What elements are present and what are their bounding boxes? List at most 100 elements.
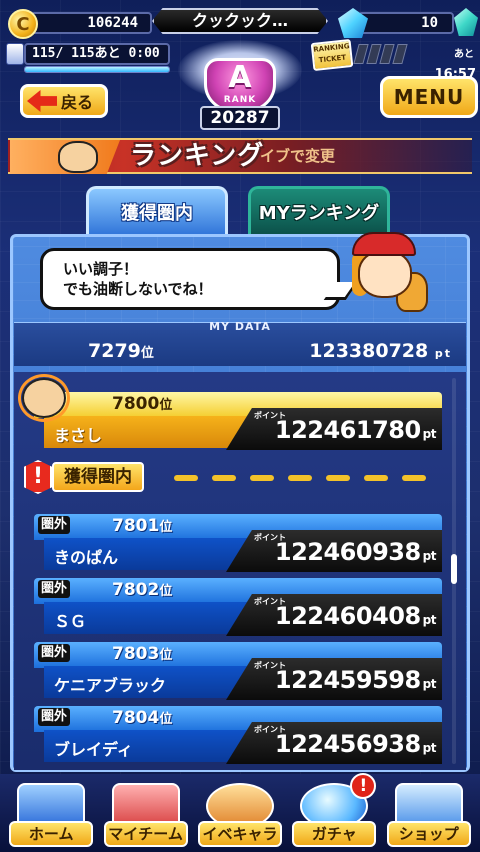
my-data-points: 123380728 pt [309, 340, 452, 362]
row-player-name: ケニアブラック [54, 676, 167, 695]
row-points: 122459598 pt [274, 666, 437, 694]
nav-home-button[interactable]: ホーム [7, 777, 95, 849]
player-name-plate[interactable]: クックック… [152, 8, 328, 34]
row-points-value: 122460408 [274, 602, 421, 630]
dash [288, 475, 312, 481]
row-points-value: 122459598 [274, 666, 421, 694]
my-rank-suffix: 位 [140, 346, 154, 361]
nav-event-chara-button[interactable]: イベキャラ [196, 777, 284, 849]
row-rank: 7803位 [112, 644, 172, 664]
ranking-row[interactable]: ポイント 圏外 7804位 ブレイディ 122456938 pt [34, 706, 442, 764]
ranking-ticket-icon[interactable]: RANKING TICKET [310, 38, 354, 72]
ranking-row[interactable]: ポイント 圏外 7802位 ＳＧ 122460408 pt [34, 578, 442, 636]
row-rank-suffix: 位 [159, 398, 173, 413]
nav-shop-button[interactable]: ショップ [385, 777, 473, 849]
row-points-suffix: pt [422, 741, 437, 755]
row-rank: 7801位 [112, 516, 172, 536]
stamina-gauge [24, 66, 170, 73]
dash [402, 475, 426, 481]
timer-prefix: あと [454, 49, 474, 60]
nav-label: ホーム [9, 821, 94, 847]
tab-my-ranking[interactable]: MYランキング [248, 186, 390, 236]
row-points: 122460938 pt [274, 538, 437, 566]
row-rank: 7800位 [112, 394, 172, 414]
row-player-name: ＳＧ [54, 612, 87, 631]
ticket-gauge [353, 44, 408, 64]
nav-label: ガチャ [292, 821, 377, 847]
rank-points: 20287 [200, 106, 280, 130]
dash [326, 475, 350, 481]
out-of-range-tag: 圏外 [38, 516, 71, 534]
nav-label: マイチーム [103, 821, 188, 847]
row-player-name: ブレイディ [54, 740, 133, 759]
row-points: 122460408 pt [274, 602, 437, 630]
dash [174, 475, 198, 481]
stamina-text: 115/ 115あと 0:00 [24, 43, 170, 65]
row-points-suffix: pt [422, 613, 437, 627]
row-points-value: 122460938 [274, 538, 421, 566]
ticket-timer: あと16:57 [414, 44, 478, 82]
mascot-character [350, 232, 428, 314]
row-points-value: 122456938 [274, 730, 421, 758]
row-points: 122456938 pt [274, 730, 437, 758]
nav-gacha-button[interactable]: ! ガチャ [290, 773, 378, 849]
nav-my-team-button[interactable]: マイチーム [102, 777, 190, 849]
alert-badge: ! [350, 773, 377, 799]
ranking-row[interactable]: ポイント 圏外 7801位 きのぱん 122460938 pt [34, 514, 442, 572]
out-of-range-tag: 圏外 [38, 644, 71, 662]
rank-letter: A [228, 60, 252, 95]
out-of-range-tag: 圏外 [38, 580, 71, 598]
menu-button[interactable]: MENU [380, 76, 478, 118]
stamina-gauge-fill [25, 67, 169, 72]
mascot-face [358, 250, 412, 298]
row-points: 122461780 pt [274, 416, 437, 444]
my-points-value: 123380728 [309, 340, 429, 362]
row-rank-value: 7803 [112, 644, 160, 664]
back-button[interactable]: 戻る [20, 84, 108, 118]
row-points-value: 122461780 [274, 416, 421, 444]
my-data-rank: 7279位 [88, 340, 154, 362]
coin-icon: C [8, 9, 38, 39]
speech-line: でも油断しないでね！ [63, 280, 213, 298]
range-divider: 獲得圏内 ! [24, 458, 456, 498]
row-rank-value: 7802 [112, 580, 160, 600]
out-of-range-tag: 圏外 [38, 708, 71, 726]
character-face-icon [58, 141, 98, 173]
speech-line: いい調子！ [63, 260, 139, 278]
dash [212, 475, 236, 481]
row-points-suffix: pt [422, 427, 437, 441]
list-scrollbar-thumb[interactable] [451, 554, 457, 584]
my-rank-value: 7279 [88, 340, 141, 362]
row-rank: 7804位 [112, 708, 172, 728]
row-points-suffix: pt [422, 677, 437, 691]
row-rank-suffix: 位 [159, 584, 173, 599]
top-status-bar: 106244 C クックック… 10 [0, 0, 480, 40]
row-rank-suffix: 位 [159, 648, 173, 663]
bottom-nav: ホーム マイチーム イベキャラ ! ガチャ ショップ [0, 773, 480, 852]
back-label: 戻る [61, 93, 94, 112]
warning-icon: ! [24, 460, 52, 494]
divider-dashes [174, 475, 426, 481]
gem-counter: 10 [358, 12, 454, 34]
row-player-name: まさし [54, 426, 103, 445]
rank-badge[interactable]: A RANK [204, 58, 276, 112]
row-player-name: きのぱん [54, 548, 119, 567]
mascot-hat [352, 232, 416, 256]
tab-in-range[interactable]: 獲得圏内 [86, 186, 228, 236]
row-points-suffix: pt [422, 549, 437, 563]
row-rank-value: 7804 [112, 708, 160, 728]
row-rank-value: 7800 [112, 394, 160, 414]
ranking-row-mine[interactable]: ポイント 7800位 まさし 122461780 pt [34, 392, 442, 450]
row-rank: 7802位 [112, 580, 172, 600]
title-subtext: イブで変更 [260, 147, 336, 165]
ranking-row[interactable]: ポイント 圏外 7803位 ケニアブラック 122459598 pt [34, 642, 442, 700]
gem-shop-icon[interactable] [454, 8, 478, 36]
row-rank-suffix: 位 [159, 712, 173, 727]
stamina-icon [6, 43, 24, 65]
dash [250, 475, 274, 481]
coin-counter: 106244 [30, 12, 152, 34]
my-points-suffix: pt [434, 347, 452, 360]
row-rank-value: 7801 [112, 516, 160, 536]
back-arrow-icon [27, 90, 57, 112]
row-rank-suffix: 位 [159, 520, 173, 535]
